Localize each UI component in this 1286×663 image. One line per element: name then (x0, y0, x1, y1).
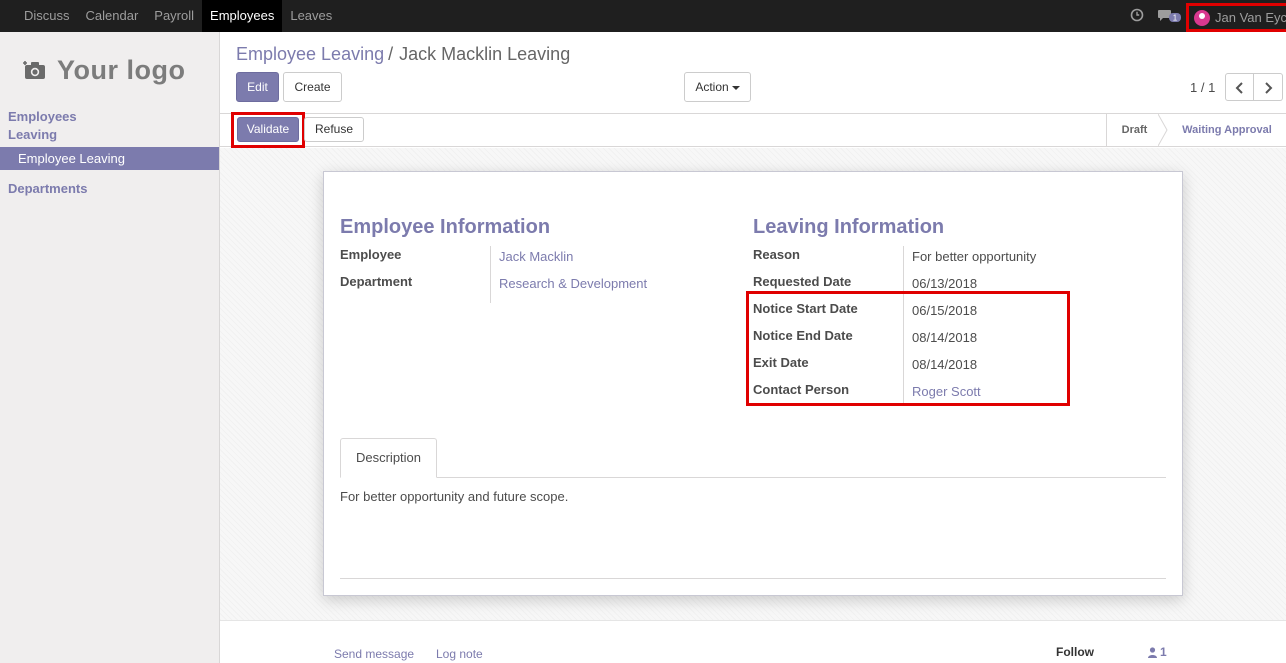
menu-discuss[interactable]: Discuss (16, 0, 78, 32)
sidebar-section-employees-leaving[interactable]: Employees Leaving (8, 108, 108, 144)
field-divider (490, 246, 491, 303)
pager-counter: 1 / 1 (1190, 80, 1216, 95)
send-message-button[interactable]: Send message (334, 647, 414, 661)
description-text: For better opportunity and future scope. (340, 489, 569, 504)
breadcrumb-separator: / (388, 44, 394, 64)
chevron-right-icon (1265, 82, 1273, 94)
notice-dates-highlight (746, 291, 1070, 406)
create-button[interactable]: Create (283, 72, 342, 102)
chat-icon[interactable]: 1 (1158, 8, 1182, 24)
company-logo: Your logo (23, 48, 201, 92)
log-note-button[interactable]: Log note (436, 647, 483, 661)
sidebar-item-employee-leaving[interactable]: Employee Leaving (0, 147, 219, 170)
pager-next-button[interactable] (1254, 73, 1283, 101)
followers-count: 1 (1160, 645, 1167, 659)
sidebar: Your logo Employees Leaving Employee Lea… (0, 32, 220, 663)
user-menu[interactable]: Jan Van Eyck (1186, 3, 1286, 32)
follow-button[interactable]: Follow (1056, 645, 1094, 659)
stage-separator-icon (1158, 114, 1168, 146)
breadcrumb-parent[interactable]: Employee Leaving (236, 44, 384, 64)
clock-icon[interactable] (1130, 8, 1144, 22)
caret-down-icon (731, 85, 740, 90)
menu-calendar[interactable]: Calendar (78, 0, 147, 32)
followers-button[interactable]: 1 (1148, 645, 1167, 659)
tab-description[interactable]: Description (340, 438, 437, 478)
refuse-button[interactable]: Refuse (304, 117, 364, 142)
sidebar-section-departments[interactable]: Departments (8, 181, 87, 196)
chevron-left-icon (1235, 82, 1243, 94)
edit-button[interactable]: Edit (236, 72, 279, 102)
menu-payroll[interactable]: Payroll (146, 0, 202, 32)
employee-label: Employee (340, 247, 402, 262)
menu-employees[interactable]: Employees (202, 0, 283, 32)
department-field[interactable]: Research & Development (499, 276, 647, 291)
action-label: Action (695, 80, 729, 94)
employee-field[interactable]: Jack Macklin (499, 249, 573, 264)
breadcrumb: Employee Leaving / Jack Macklin Leaving (236, 44, 570, 65)
top-navbar: Discuss Calendar Payroll Employees Leave… (0, 0, 1286, 32)
requested-date-field: 06/13/2018 (912, 276, 978, 291)
avatar (1194, 9, 1210, 26)
stage-waiting-approval[interactable]: Waiting Approval (1172, 114, 1282, 146)
requested-date-label: Requested Date (753, 274, 852, 289)
tab-bar (340, 477, 1166, 478)
user-icon (1148, 646, 1157, 658)
menu-leaves[interactable]: Leaves (282, 0, 340, 32)
user-name: Jan Van Eyck (1215, 10, 1286, 25)
stage-draft[interactable]: Draft (1106, 114, 1160, 146)
leaving-information-title: Leaving Information (753, 216, 945, 238)
chat-badge: 1 (1173, 14, 1178, 23)
department-label: Department (340, 274, 413, 289)
divider (340, 578, 1166, 579)
logo-text: Your logo (57, 54, 186, 85)
reason-field: For better opportunity (912, 249, 1037, 264)
action-dropdown[interactable]: Action (684, 72, 751, 102)
employee-information-title: Employee Information (340, 216, 551, 238)
pager-previous-button[interactable] (1225, 73, 1254, 101)
reason-label: Reason (753, 247, 800, 262)
validate-button[interactable]: Validate (237, 117, 299, 142)
app-menu: Discuss Calendar Payroll Employees Leave… (16, 0, 340, 32)
breadcrumb-current: Jack Macklin Leaving (399, 44, 571, 64)
camera-icon (23, 61, 45, 79)
